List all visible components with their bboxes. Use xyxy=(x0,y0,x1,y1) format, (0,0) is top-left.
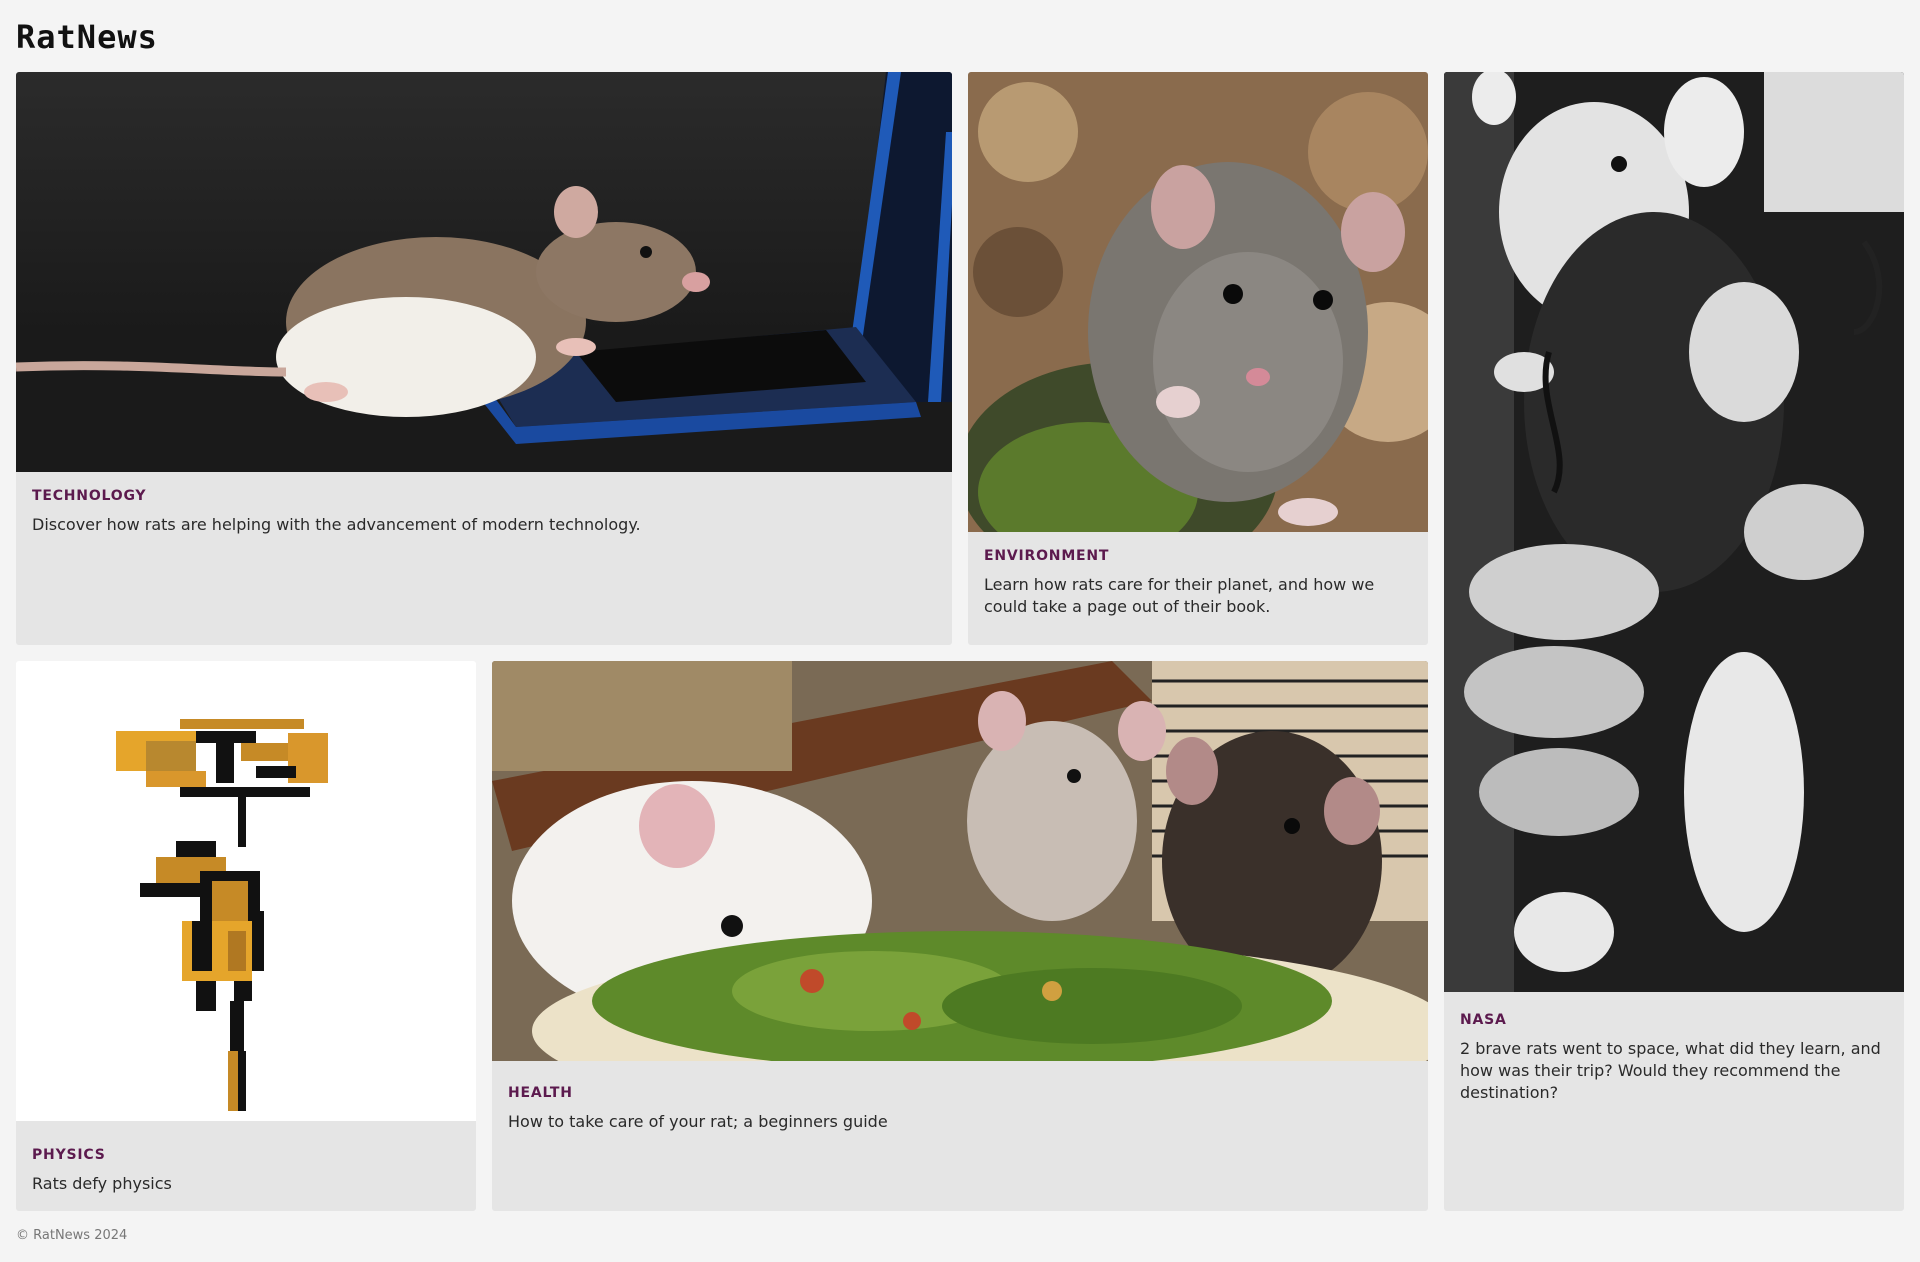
article-category[interactable]: HEALTH xyxy=(508,1085,1412,1101)
rats-eating-salad-image[interactable] xyxy=(492,661,1428,1061)
article-card-technology[interactable]: TECHNOLOGY Discover how rats are helping… xyxy=(16,72,952,645)
article-card-health[interactable]: HEALTH How to take care of your rat; a b… xyxy=(492,661,1428,1211)
article-description[interactable]: Learn how rats care for their planet, an… xyxy=(984,574,1412,618)
rat-on-laptop-image[interactable] xyxy=(16,72,952,472)
article-category[interactable]: NASA xyxy=(1460,1012,1888,1028)
article-description[interactable]: Discover how rats are helping with the a… xyxy=(32,514,936,536)
article-category[interactable]: ENVIRONMENT xyxy=(984,548,1412,564)
site-title[interactable]: RatNews xyxy=(16,18,158,56)
footer-copyright: © RatNews 2024 xyxy=(16,1228,128,1243)
article-category[interactable]: TECHNOLOGY xyxy=(32,488,936,504)
article-description[interactable]: Rats defy physics xyxy=(32,1173,460,1195)
article-description[interactable]: 2 brave rats went to space, what did the… xyxy=(1460,1038,1888,1104)
rat-on-mossy-rock-image[interactable] xyxy=(968,72,1428,532)
space-rat-in-hand-image[interactable] xyxy=(1444,72,1904,992)
article-card-environment[interactable]: ENVIRONMENT Learn how rats care for thei… xyxy=(968,72,1428,645)
article-description[interactable]: How to take care of your rat; a beginner… xyxy=(508,1111,1412,1133)
pixel-rat-propeller-image[interactable] xyxy=(16,661,476,1121)
article-category[interactable]: PHYSICS xyxy=(32,1147,460,1163)
article-card-nasa[interactable]: NASA 2 brave rats went to space, what di… xyxy=(1444,72,1904,1211)
page: RatNews TECHNOLOGY Discover how rats are… xyxy=(0,0,1920,1262)
article-card-physics[interactable]: PHYSICS Rats defy physics xyxy=(16,661,476,1211)
